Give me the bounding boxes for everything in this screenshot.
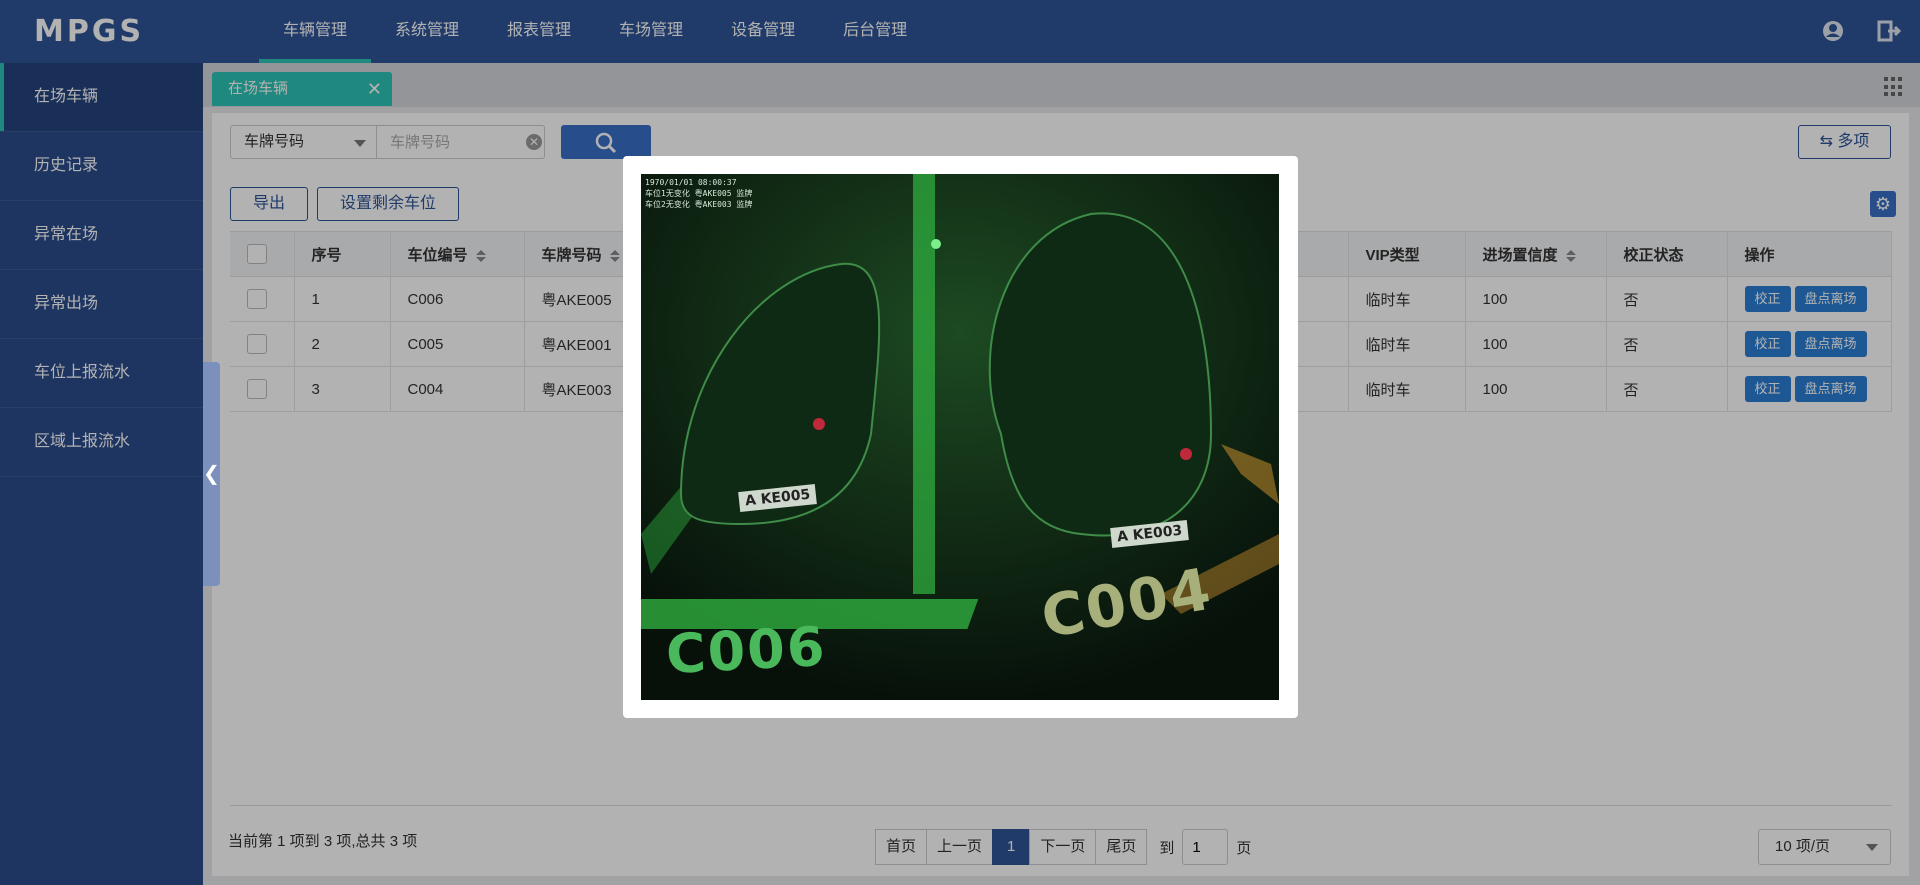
parking-camera-snapshot: 1970/01/01 08:00:37 车位1无变化 粤AKE005 监牌 车位…	[641, 174, 1279, 700]
camera-overlay-line1: 车位1无变化 粤AKE005 监牌	[645, 189, 753, 198]
camera-timestamp: 1970/01/01 08:00:37	[645, 178, 737, 187]
space-label-left: C006	[664, 614, 828, 687]
camera-overlay-line2: 车位2无变化 粤AKE003 监牌	[645, 200, 753, 209]
sidebar-collapse-handle[interactable]: ❮	[203, 362, 220, 586]
snapshot-modal: 1970/01/01 08:00:37 车位1无变化 粤AKE005 监牌 车位…	[623, 156, 1298, 718]
